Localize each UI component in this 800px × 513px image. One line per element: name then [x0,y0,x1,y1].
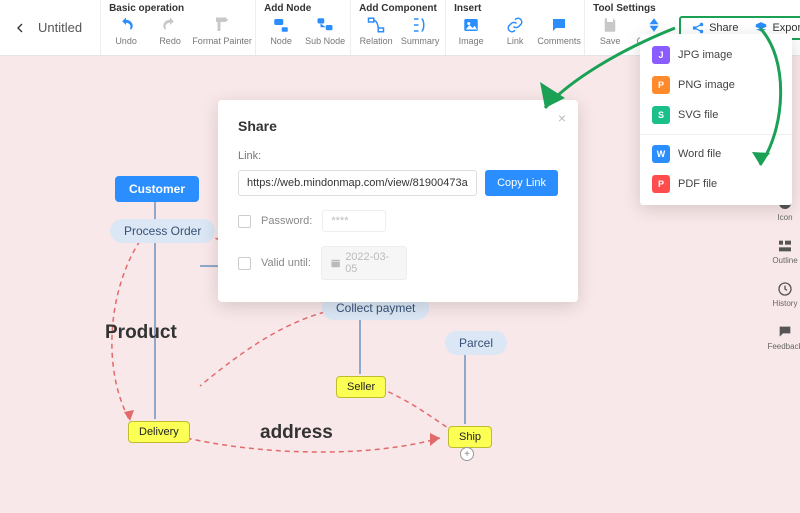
password-input[interactable] [322,210,386,232]
relation-icon [367,16,385,34]
rail-history[interactable]: History [773,281,798,308]
calendar-icon [330,257,341,269]
save-button[interactable]: Save [593,16,627,46]
link-label: Link: [238,150,558,162]
export-jpg[interactable]: J JPG image [640,40,792,70]
group-label: Add Component [359,3,437,14]
export-word[interactable]: W Word file [640,139,792,169]
summary-button[interactable]: Summary [403,16,437,46]
menu-separator [640,134,792,135]
format-painter-icon [213,16,231,34]
history-icon [777,281,793,297]
comments-icon [550,16,568,34]
group-label: Add Node [264,3,342,14]
sub-node-button[interactable]: Sub Node [308,16,342,46]
feedback-icon [777,324,793,340]
undo-button[interactable]: Undo [109,16,143,46]
image-button[interactable]: Image [454,16,488,46]
link-icon [506,16,524,34]
comments-button[interactable]: Comments [542,16,576,46]
relation-button[interactable]: Relation [359,16,393,46]
valid-until-input[interactable]: 2022-03-05 [321,246,407,280]
group-label: Insert [454,3,576,14]
password-label: Password: [261,215,312,227]
collapse-icon [645,16,663,34]
toolbar-group-insert: Insert Image Link Comments [445,0,584,55]
group-label: Basic operation [109,3,247,14]
share-link-input[interactable] [238,170,477,196]
dialog-title: Share [238,118,558,134]
redo-icon [161,16,179,34]
image-icon [462,16,480,34]
export-pdf[interactable]: P PDF file [640,169,792,199]
group-label: Tool Settings [593,3,671,14]
valid-until-label: Valid until: [261,257,311,269]
node-process-order[interactable]: Process Order [110,219,215,243]
sub-node-icon [316,16,334,34]
node-icon [272,16,290,34]
back-button[interactable] [12,0,38,55]
export-svg[interactable]: S SVG file [640,100,792,130]
share-dialog: × Share Link: Copy Link Password: Valid … [218,100,578,302]
rail-feedback[interactable]: Feedback [767,324,800,351]
summary-icon [411,16,429,34]
toolbar-group-basic: Basic operation Undo Redo Format Painter [100,0,255,55]
node-ship[interactable]: Ship [448,426,492,448]
node-seller[interactable]: Seller [336,376,386,398]
document-title[interactable]: Untitled [38,0,100,55]
side-rail: Icon Outline History Feedback [770,195,800,351]
password-checkbox[interactable] [238,215,251,228]
copy-link-button[interactable]: Copy Link [485,170,558,196]
redo-button[interactable]: Redo [153,16,187,46]
rail-outline[interactable]: Outline [772,238,797,265]
link-button[interactable]: Link [498,16,532,46]
export-menu: J JPG image P PNG image S SVG file W Wor… [640,34,792,205]
export-label: Export [772,22,800,34]
node-delivery[interactable]: Delivery [128,421,190,443]
toolbar-group-add-component: Add Component Relation Summary [350,0,445,55]
format-painter-button[interactable]: Format Painter [197,16,247,46]
share-label: Share [709,22,738,34]
close-icon[interactable]: × [558,110,566,126]
valid-until-checkbox[interactable] [238,257,251,270]
expander-ship[interactable]: + [460,447,474,461]
node-parcel[interactable]: Parcel [445,331,507,355]
export-png[interactable]: P PNG image [640,70,792,100]
label-address[interactable]: address [260,422,333,444]
node-customer[interactable]: Customer [115,176,199,202]
undo-icon [117,16,135,34]
label-product[interactable]: Product [105,322,177,344]
save-icon [601,16,619,34]
node-button[interactable]: Node [264,16,298,46]
outline-icon [777,238,793,254]
toolbar-group-add-node: Add Node Node Sub Node [255,0,350,55]
